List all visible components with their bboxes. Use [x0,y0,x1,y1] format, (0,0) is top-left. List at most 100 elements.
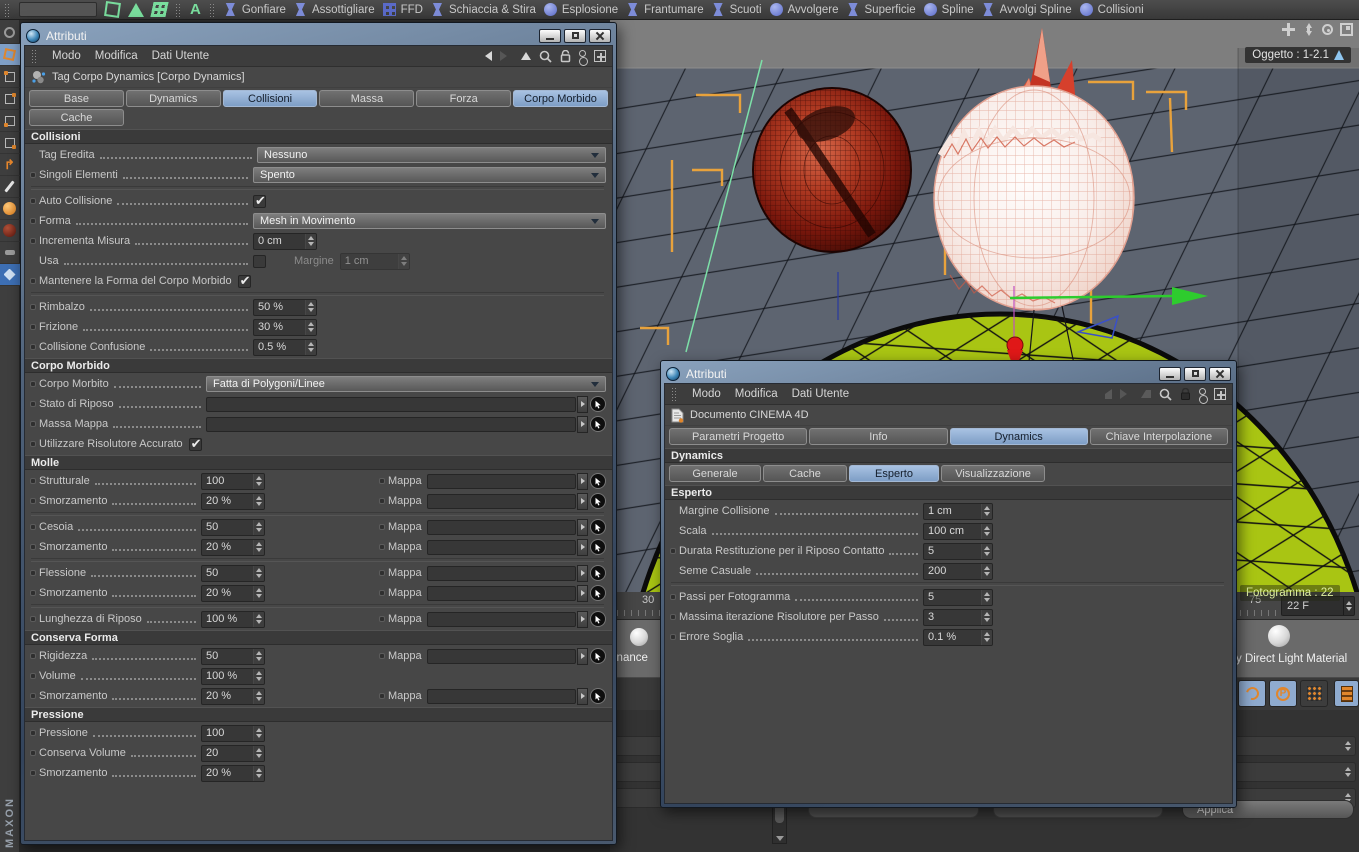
object-picker-button[interactable] [590,539,606,555]
tab-parametri-progetto[interactable]: Parametri Progetto [669,428,808,445]
filmstrip-button[interactable] [1334,680,1359,707]
keyframe-dot[interactable] [30,673,36,679]
incrementa-misura-spinner[interactable]: 0 cm [253,232,317,250]
toolbar-empty-slot[interactable] [19,2,97,17]
link-expand-button[interactable] [577,584,588,602]
link-expand-button[interactable] [577,610,588,628]
subtab-cache[interactable]: Cache [763,465,847,482]
value-spinner[interactable]: 100 [201,472,265,490]
value-spinner[interactable]: 100 cm [923,522,993,540]
section-header-pressione[interactable]: Pressione [25,707,612,722]
menu-modifica[interactable]: Modifica [95,50,138,62]
keyframe-dot[interactable] [30,401,36,407]
workplane-pencil-icon[interactable] [0,176,20,198]
keyframe-dot[interactable] [30,693,36,699]
pan-view-icon[interactable] [1282,23,1295,36]
value-spinner[interactable]: 1 cm [923,502,993,520]
toolbar-item-spline[interactable]: Spline [923,3,974,16]
keyframe-dot[interactable] [379,590,385,596]
history-back-icon[interactable] [1105,389,1112,399]
keyframe-dot[interactable] [379,524,385,530]
keyframe-dot[interactable] [30,544,36,550]
points-mode-icon[interactable] [0,66,20,88]
frizione-spinner[interactable]: 30 % [253,318,317,336]
tab-dynamics[interactable]: Dynamics [125,90,221,107]
subtab-visualizzazione[interactable]: Visualizzazione [941,465,1045,482]
menu-grip[interactable] [671,387,678,401]
new-panel-icon[interactable] [1214,388,1226,400]
tab-forza[interactable]: Forza [416,90,512,107]
zoom-view-icon[interactable] [1302,23,1315,36]
value-spinner[interactable]: 20 [201,744,265,762]
keyframe-dot[interactable] [30,304,36,310]
keyframe-dot[interactable] [379,653,385,659]
value-spinner[interactable]: 20 % [201,584,265,602]
risolutore-accurato-checkbox[interactable] [188,436,202,452]
lock-open-icon[interactable] [560,49,571,63]
usa-checkbox[interactable] [253,254,266,268]
object-picker-button[interactable] [590,396,606,412]
maximize-button[interactable] [564,28,586,43]
collisione-confusione-spinner[interactable]: 0.5 % [253,338,317,356]
link-expand-button[interactable] [577,647,588,665]
stato-di-riposo-link-field[interactable] [206,396,576,412]
tab-dynamics[interactable]: Dynamics [949,428,1088,445]
parking-button[interactable]: P [1269,680,1297,707]
edges-mode-icon[interactable] [0,88,20,110]
tab-cache[interactable]: Cache [29,109,124,126]
keyframe-dot[interactable] [30,590,36,596]
double-circle-icon[interactable] [578,49,588,66]
keyframe-dot[interactable] [30,278,36,284]
toolbar-item-frantumare[interactable]: Frantumare [626,3,704,16]
close-button[interactable] [589,28,611,43]
mappa-link-field[interactable] [426,473,576,489]
toolbar-item-assottigliare[interactable]: Assottigliare [294,3,375,16]
keyframe-dot[interactable] [30,218,36,224]
lock-closed-icon[interactable] [1180,387,1191,401]
value-spinner[interactable]: 20 % [201,764,265,782]
keyframe-dot[interactable] [30,238,36,244]
keyframe-dot[interactable] [30,750,36,756]
link-expand-button[interactable] [577,492,588,510]
keyframe-dot[interactable] [379,544,385,550]
keyframe-dot[interactable] [379,570,385,576]
value-spinner[interactable]: 5 [923,588,993,606]
section-header-collisioni[interactable]: Collisioni [25,129,612,144]
toolbar-item-schiaccia[interactable]: Schiaccia & Stira [431,3,536,16]
close-button[interactable] [1209,366,1231,381]
keyframe-dot[interactable] [30,616,36,622]
scrollbar-down-arrow[interactable] [776,836,784,841]
rimbalzo-spinner[interactable]: 50 % [253,298,317,316]
keyframe-dot[interactable] [30,570,36,576]
subtab-generale[interactable]: Generale [669,465,761,482]
mantenere-forma-checkbox[interactable] [237,273,251,289]
toolbar-item-scuoti[interactable]: Scuoti [712,3,762,16]
keyframe-dot[interactable] [30,344,36,350]
keyframe-dot[interactable] [30,324,36,330]
menu-grip[interactable] [31,49,38,63]
massa-mappa-link-field[interactable] [206,416,576,432]
maximize-view-icon[interactable] [1340,23,1353,36]
toolbar-item-esplosione[interactable]: Esplosione [543,3,618,16]
texture-mode-icon[interactable] [0,198,20,220]
minimize-button[interactable] [539,28,561,43]
history-forward-icon[interactable] [500,51,507,61]
corpo-morbito-dropdown[interactable]: Fatta di Polygoni/Linee [206,376,606,392]
value-spinner[interactable]: 50 [201,518,265,536]
singoli-elementi-dropdown[interactable]: Spento [253,167,606,183]
mappa-link-field[interactable] [426,519,576,535]
object-picker-button[interactable] [590,473,606,489]
keyframe-dot[interactable] [379,616,385,622]
search-icon[interactable] [539,50,552,63]
toolbar-grip[interactable] [208,2,216,17]
object-picker-button[interactable] [590,416,606,432]
value-spinner[interactable]: 100 [201,724,265,742]
mappa-link-field[interactable] [426,648,576,664]
tag-eredita-dropdown[interactable]: Nessuno [257,147,606,163]
toolbar-grip[interactable] [4,2,11,17]
window-titlebar[interactable]: Attributi [664,364,1233,383]
toolbar-item-superficie[interactable]: Superficie [847,3,916,16]
section-header-molle[interactable]: Molle [25,455,612,470]
auto-collisione-checkbox[interactable] [253,193,266,209]
new-panel-icon[interactable] [594,50,606,62]
